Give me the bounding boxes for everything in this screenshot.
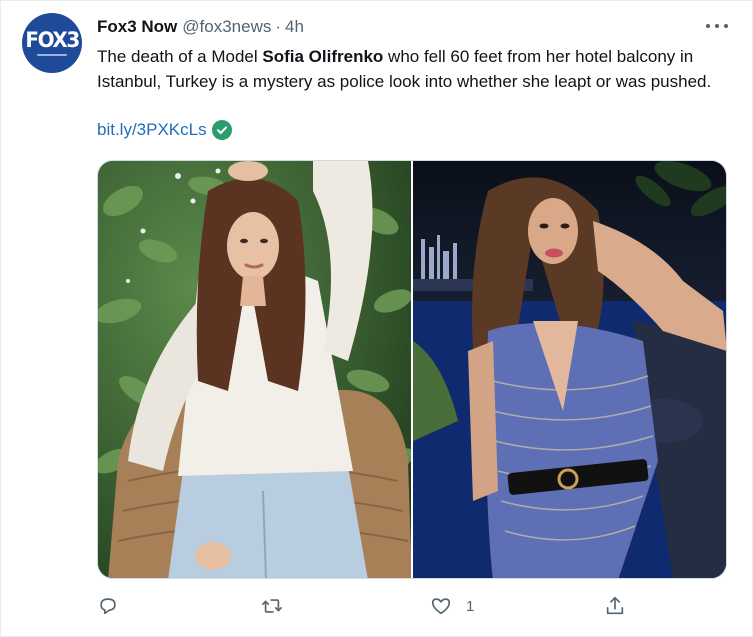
more-dot — [706, 24, 710, 28]
like-count: 1 — [466, 597, 475, 615]
avatar[interactable]: FOX3 — [22, 13, 82, 73]
share-icon — [606, 596, 624, 615]
retweet-icon — [262, 599, 282, 613]
like-icon — [431, 598, 451, 615]
share-button[interactable] — [604, 595, 626, 617]
separator-dot: · — [275, 17, 282, 36]
author-handle[interactable]: @fox3news — [182, 17, 271, 37]
photo-right[interactable] — [413, 161, 726, 578]
like-button[interactable]: 1 — [430, 595, 474, 617]
link-text[interactable]: bit.ly/3PXKcLs — [97, 120, 207, 140]
retweet-button[interactable] — [261, 595, 283, 617]
more-dot — [724, 24, 728, 28]
verified-check-icon — [211, 120, 232, 140]
tweet-text-part: The death of a Model — [97, 47, 263, 66]
tweet-text: The death of a Model Sofia Olifrenko who… — [97, 44, 717, 94]
tweet-link[interactable]: bit.ly/3PXKcLs — [97, 120, 232, 140]
tweet-time[interactable]: 4h — [285, 17, 304, 37]
fox3-logo: FOX3 — [25, 28, 80, 52]
woman-night-swimsuit-photo — [413, 161, 726, 578]
tweet-actions: 1 — [97, 595, 632, 621]
tweet-media[interactable] — [97, 160, 727, 579]
reply-icon — [100, 598, 116, 615]
photo-left[interactable] — [98, 161, 411, 578]
tweet-card[interactable]: FOX3 Fox3 Now @fox3news · 4h The death o… — [0, 0, 753, 637]
reply-button[interactable] — [97, 595, 119, 617]
more-options-icon[interactable] — [706, 19, 728, 33]
logo-underline — [37, 54, 67, 56]
tweet-header: Fox3 Now @fox3news · 4h — [97, 17, 304, 39]
more-dot — [715, 24, 719, 28]
author-name[interactable]: Fox3 Now — [97, 17, 177, 37]
tweet-text-bold: Sofia Olifrenko — [262, 47, 384, 66]
woman-white-shirt-photo — [98, 161, 411, 578]
